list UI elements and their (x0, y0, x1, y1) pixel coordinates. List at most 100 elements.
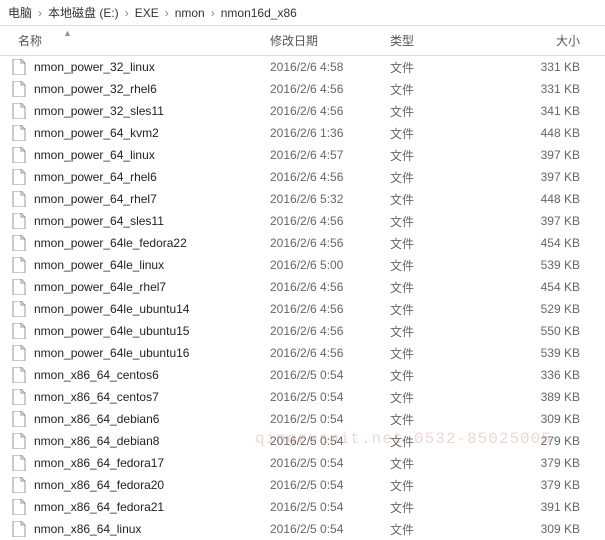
file-date: 2016/2/5 0:54 (270, 390, 390, 404)
table-row[interactable]: nmon_power_64_linux2016/2/6 4:57文件397 KB (0, 144, 605, 166)
table-row[interactable]: nmon_power_64_rhel62016/2/6 4:56文件397 KB (0, 166, 605, 188)
file-name: nmon_power_64le_linux (34, 258, 270, 272)
file-size: 397 KB (500, 148, 590, 162)
table-row[interactable]: nmon_power_64_kvm22016/2/6 1:36文件448 KB (0, 122, 605, 144)
file-type: 文件 (390, 59, 500, 76)
file-type: 文件 (390, 147, 500, 164)
file-list: nmon_power_32_linux2016/2/6 4:58文件331 KB… (0, 56, 605, 540)
file-size: 331 KB (500, 60, 590, 74)
breadcrumb-item[interactable]: nmon (175, 6, 205, 20)
file-date: 2016/2/5 0:54 (270, 522, 390, 536)
file-icon (12, 433, 28, 449)
file-icon (12, 81, 28, 97)
column-header-date[interactable]: 修改日期 (270, 32, 390, 49)
file-name: nmon_power_64_kvm2 (34, 126, 270, 140)
file-size: 309 KB (500, 522, 590, 536)
file-size: 448 KB (500, 126, 590, 140)
file-date: 2016/2/6 4:56 (270, 324, 390, 338)
file-type: 文件 (390, 279, 500, 296)
file-date: 2016/2/5 0:54 (270, 434, 390, 448)
file-icon (12, 169, 28, 185)
table-row[interactable]: nmon_power_32_rhel62016/2/6 4:56文件331 KB (0, 78, 605, 100)
table-row[interactable]: nmon_x86_64_linux2016/2/5 0:54文件309 KB (0, 518, 605, 540)
file-type: 文件 (390, 191, 500, 208)
table-row[interactable]: nmon_power_64_rhel72016/2/6 5:32文件448 KB (0, 188, 605, 210)
file-date: 2016/2/6 5:00 (270, 258, 390, 272)
table-row[interactable]: nmon_x86_64_centos62016/2/5 0:54文件336 KB (0, 364, 605, 386)
file-type: 文件 (390, 169, 500, 186)
file-name: nmon_power_64le_fedora22 (34, 236, 270, 250)
file-date: 2016/2/6 4:56 (270, 346, 390, 360)
column-header-name[interactable]: 名称 (0, 32, 270, 49)
chevron-right-icon: › (163, 6, 171, 20)
file-icon (12, 59, 28, 75)
file-date: 2016/2/6 4:57 (270, 148, 390, 162)
file-size: 279 KB (500, 434, 590, 448)
file-type: 文件 (390, 521, 500, 538)
file-name: nmon_x86_64_fedora20 (34, 478, 270, 492)
table-row[interactable]: nmon_x86_64_debian82016/2/5 0:54文件279 KB (0, 430, 605, 452)
table-row[interactable]: nmon_power_64le_ubuntu142016/2/6 4:56文件5… (0, 298, 605, 320)
file-type: 文件 (390, 257, 500, 274)
file-name: nmon_power_64le_ubuntu14 (34, 302, 270, 316)
file-type: 文件 (390, 323, 500, 340)
file-date: 2016/2/5 0:54 (270, 500, 390, 514)
table-row[interactable]: nmon_power_64le_ubuntu162016/2/6 4:56文件5… (0, 342, 605, 364)
column-headers: 名称 修改日期 类型 大小 (0, 26, 605, 56)
file-icon (12, 103, 28, 119)
file-type: 文件 (390, 103, 500, 120)
file-type: 文件 (390, 411, 500, 428)
file-date: 2016/2/6 4:56 (270, 236, 390, 250)
file-size: 550 KB (500, 324, 590, 338)
file-type: 文件 (390, 301, 500, 318)
breadcrumb-item[interactable]: 本地磁盘 (E:) (48, 4, 119, 21)
file-type: 文件 (390, 345, 500, 362)
table-row[interactable]: nmon_x86_64_debian62016/2/5 0:54文件309 KB (0, 408, 605, 430)
file-icon (12, 521, 28, 537)
table-row[interactable]: nmon_x86_64_fedora172016/2/5 0:54文件379 K… (0, 452, 605, 474)
table-row[interactable]: nmon_x86_64_centos72016/2/5 0:54文件389 KB (0, 386, 605, 408)
table-row[interactable]: nmon_power_32_sles112016/2/6 4:56文件341 K… (0, 100, 605, 122)
file-size: 397 KB (500, 170, 590, 184)
file-date: 2016/2/5 0:54 (270, 478, 390, 492)
chevron-right-icon: › (36, 6, 44, 20)
table-row[interactable]: nmon_power_32_linux2016/2/6 4:58文件331 KB (0, 56, 605, 78)
file-icon (12, 345, 28, 361)
table-row[interactable]: nmon_power_64_sles112016/2/6 4:56文件397 K… (0, 210, 605, 232)
file-size: 539 KB (500, 258, 590, 272)
file-name: nmon_power_64_linux (34, 148, 270, 162)
column-header-type[interactable]: 类型 (390, 32, 500, 49)
breadcrumb-item[interactable]: EXE (135, 6, 159, 20)
table-row[interactable]: nmon_power_64le_ubuntu152016/2/6 4:56文件5… (0, 320, 605, 342)
file-name: nmon_x86_64_fedora17 (34, 456, 270, 470)
file-size: 336 KB (500, 368, 590, 382)
file-size: 379 KB (500, 478, 590, 492)
file-type: 文件 (390, 455, 500, 472)
file-size: 341 KB (500, 104, 590, 118)
table-row[interactable]: nmon_power_64le_rhel72016/2/6 4:56文件454 … (0, 276, 605, 298)
file-size: 309 KB (500, 412, 590, 426)
table-row[interactable]: nmon_power_64le_linux2016/2/6 5:00文件539 … (0, 254, 605, 276)
file-type: 文件 (390, 389, 500, 406)
table-row[interactable]: nmon_x86_64_fedora212016/2/5 0:54文件391 K… (0, 496, 605, 518)
file-date: 2016/2/6 5:32 (270, 192, 390, 206)
file-icon (12, 147, 28, 163)
file-date: 2016/2/5 0:54 (270, 368, 390, 382)
file-name: nmon_power_64_rhel7 (34, 192, 270, 206)
file-icon (12, 125, 28, 141)
file-icon (12, 411, 28, 427)
file-icon (12, 477, 28, 493)
breadcrumb-item[interactable]: 电脑 (8, 4, 32, 21)
breadcrumb-item[interactable]: nmon16d_x86 (221, 6, 297, 20)
chevron-right-icon: › (209, 6, 217, 20)
table-row[interactable]: nmon_power_64le_fedora222016/2/6 4:56文件4… (0, 232, 605, 254)
column-header-size[interactable]: 大小 (500, 32, 590, 49)
file-size: 389 KB (500, 390, 590, 404)
file-date: 2016/2/6 1:36 (270, 126, 390, 140)
table-row[interactable]: nmon_x86_64_fedora202016/2/5 0:54文件379 K… (0, 474, 605, 496)
breadcrumb[interactable]: 电脑 › 本地磁盘 (E:) › EXE › nmon › nmon16d_x8… (0, 0, 605, 26)
file-icon (12, 235, 28, 251)
file-size: 454 KB (500, 236, 590, 250)
file-date: 2016/2/6 4:56 (270, 214, 390, 228)
file-name: nmon_x86_64_centos7 (34, 390, 270, 404)
